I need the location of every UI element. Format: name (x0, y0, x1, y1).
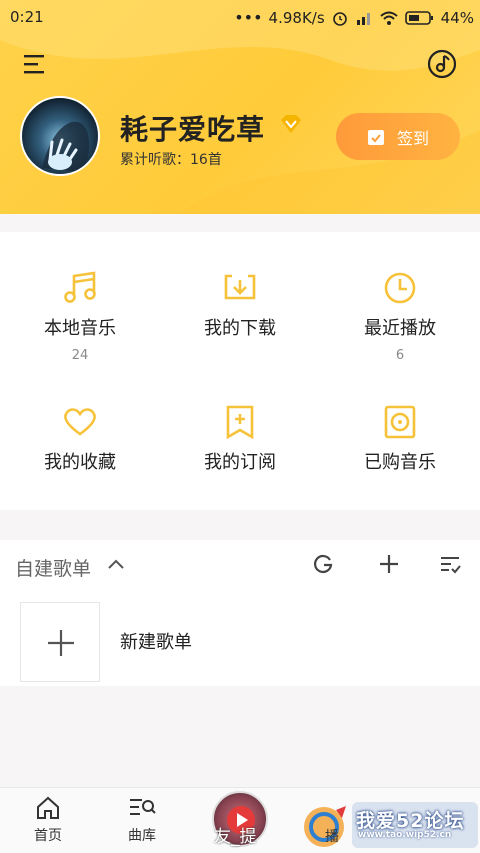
status-bar: 0:21 ••• 4.98K/s 44% (0, 0, 480, 34)
library-search-icon (130, 799, 156, 815)
grid-label: 我的下载 (204, 318, 276, 339)
tab-label: 曲库 (128, 828, 156, 844)
grid-label: 已购音乐 (364, 452, 436, 473)
watermark-url: www.tao.wip52.cn (358, 830, 452, 840)
grid-my-favorites[interactable]: 我的收藏 (0, 404, 160, 474)
grid-label: 我的订阅 (204, 452, 276, 473)
bookmark-plus-icon (226, 405, 254, 440)
grid-count: 6 (395, 348, 405, 363)
checkin-button[interactable]: 签到 (336, 113, 460, 160)
calendar-check-icon (367, 129, 384, 145)
watermark-text: 我爱52论坛 (356, 810, 465, 832)
notification-dots-icon: ••• (234, 8, 263, 27)
music-note-icon (64, 271, 96, 303)
grid-label: 我的收藏 (44, 452, 116, 473)
disc-icon (384, 405, 416, 439)
heart-icon (64, 408, 96, 436)
sort-manage-icon[interactable] (438, 552, 462, 576)
music-note-icon[interactable] (426, 48, 458, 80)
grid-local-music[interactable]: 本地音乐 24 (0, 270, 160, 363)
grid-purchased-music[interactable]: 已购音乐 (320, 404, 480, 474)
add-playlist-icon[interactable] (377, 552, 401, 576)
grid-label: 最近播放 (364, 318, 436, 339)
tab-library[interactable]: 曲库 (102, 794, 182, 845)
my-music-grid: 本地音乐 24 我的下载 最近播放 6 我的收藏 我的订阅 已购音乐 (0, 232, 480, 510)
grid-count: 24 (71, 348, 89, 363)
vip-diamond-icon[interactable] (279, 113, 303, 135)
download-icon (224, 274, 256, 300)
grid-label: 本地音乐 (44, 318, 116, 339)
tab-label: 友_提 (214, 827, 257, 847)
new-playlist-button[interactable] (20, 602, 100, 682)
listen-count: 累计听歌：16首 (120, 152, 222, 168)
grid-recent-play[interactable]: 最近播放 6 (320, 270, 480, 363)
network-speed: 4.98K/s (268, 8, 325, 27)
tab-label: 首页 (34, 828, 62, 844)
chevron-up-icon[interactable] (107, 556, 125, 574)
signal-icon (356, 12, 370, 25)
grid-my-subscriptions[interactable]: 我的订阅 (160, 404, 320, 474)
avatar[interactable] (20, 96, 100, 176)
clock-icon (384, 272, 416, 304)
new-playlist-label[interactable]: 新建歌单 (120, 628, 192, 654)
tab-label[interactable]: 播 (325, 826, 339, 846)
hamburger-icon[interactable] (20, 50, 50, 78)
status-time: 0:21 (10, 8, 44, 26)
home-icon (37, 796, 59, 819)
tab-home[interactable]: 首页 (8, 794, 88, 845)
status-icons: ••• 4.98K/s 44% (234, 8, 474, 27)
username[interactable]: 耗子爱吃草 (120, 108, 265, 148)
checkin-label: 签到 (396, 128, 429, 148)
alarm-icon (332, 11, 347, 26)
grid-my-downloads[interactable]: 我的下载 (160, 270, 320, 348)
battery-icon (404, 10, 433, 25)
wifi-icon (379, 11, 398, 25)
playlist-section-title[interactable]: 自建歌单 (15, 554, 91, 581)
plus-icon (48, 630, 74, 656)
google-icon[interactable] (311, 552, 335, 576)
battery-level: 44% (440, 8, 474, 27)
playlist-section: 自建歌单 新建歌单 (0, 540, 480, 686)
